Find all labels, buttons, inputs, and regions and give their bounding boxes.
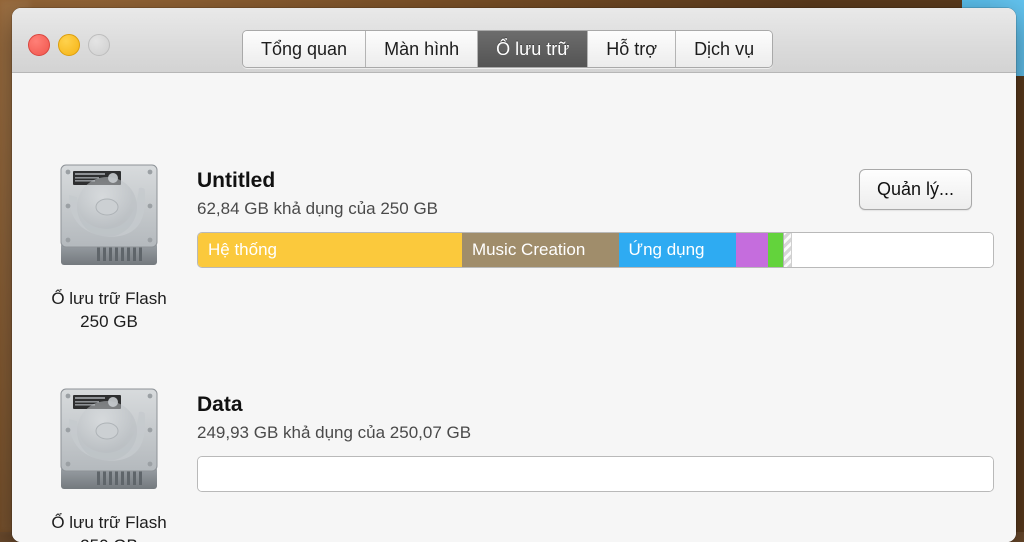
storage-segment-unlabeled-3[interactable] bbox=[736, 233, 768, 267]
storage-segment-1[interactable]: Music Creation bbox=[462, 233, 619, 267]
storage-bar[interactable] bbox=[197, 456, 994, 492]
hard-drive-icon bbox=[49, 379, 169, 504]
drive-icon-column: Ổ lưu trữ Flash 250 GB bbox=[14, 155, 204, 334]
hard-drive-icon bbox=[49, 155, 169, 280]
manage-button[interactable]: Quản lý... bbox=[859, 169, 972, 210]
storage-segment-0[interactable]: Hệ thống bbox=[198, 233, 462, 267]
storage-free-space bbox=[198, 457, 993, 491]
storage-bar[interactable]: Hệ thốngMusic CreationỨng dụng bbox=[197, 232, 994, 268]
tab-bar: Tổng quan Màn hình Ổ lưu trữ Hỗ trợ Dịch… bbox=[242, 30, 773, 68]
volume-capacity: 249,93 GB khả dụng của 250,07 GB bbox=[197, 423, 994, 443]
tab-tong-quan[interactable]: Tổng quan bbox=[243, 31, 366, 67]
window-titlebar: Tổng quan Màn hình Ổ lưu trữ Hỗ trợ Dịch… bbox=[12, 8, 1016, 73]
minimize-button[interactable] bbox=[58, 34, 80, 56]
storage-free-space bbox=[792, 233, 993, 267]
drive-size: 250 GB bbox=[14, 535, 204, 542]
traffic-light-buttons bbox=[28, 34, 110, 56]
drive-kind: Ổ lưu trữ Flash bbox=[14, 288, 204, 311]
tab-ho-tro[interactable]: Hỗ trợ bbox=[588, 31, 676, 67]
zoom-button[interactable] bbox=[88, 34, 110, 56]
drive-label: Ổ lưu trữ Flash 250 GB bbox=[14, 512, 204, 542]
volume-details: Quản lý... Untitled 62,84 GB khả dụng củ… bbox=[197, 169, 994, 268]
tab-o-luu-tru[interactable]: Ổ lưu trữ bbox=[478, 31, 588, 67]
storage-bar-divider bbox=[783, 233, 792, 267]
close-button[interactable] bbox=[28, 34, 50, 56]
tab-man-hinh[interactable]: Màn hình bbox=[366, 31, 478, 67]
storage-content: Ổ lưu trữ Flash 250 GB Quản lý... Untitl… bbox=[12, 73, 1016, 542]
volume-details: Data 249,93 GB khả dụng của 250,07 GB bbox=[197, 393, 994, 492]
storage-segment-2[interactable]: Ứng dụng bbox=[619, 233, 737, 267]
drive-kind: Ổ lưu trữ Flash bbox=[14, 512, 204, 535]
volume-name: Data bbox=[197, 393, 994, 417]
drive-icon-column: Ổ lưu trữ Flash 250 GB bbox=[14, 379, 204, 542]
about-this-mac-window: Tổng quan Màn hình Ổ lưu trữ Hỗ trợ Dịch… bbox=[12, 8, 1016, 542]
storage-segment-unlabeled-4[interactable] bbox=[768, 233, 783, 267]
drive-label: Ổ lưu trữ Flash 250 GB bbox=[14, 288, 204, 334]
tab-dich-vu[interactable]: Dịch vụ bbox=[676, 31, 772, 67]
drive-size: 250 GB bbox=[14, 311, 204, 334]
